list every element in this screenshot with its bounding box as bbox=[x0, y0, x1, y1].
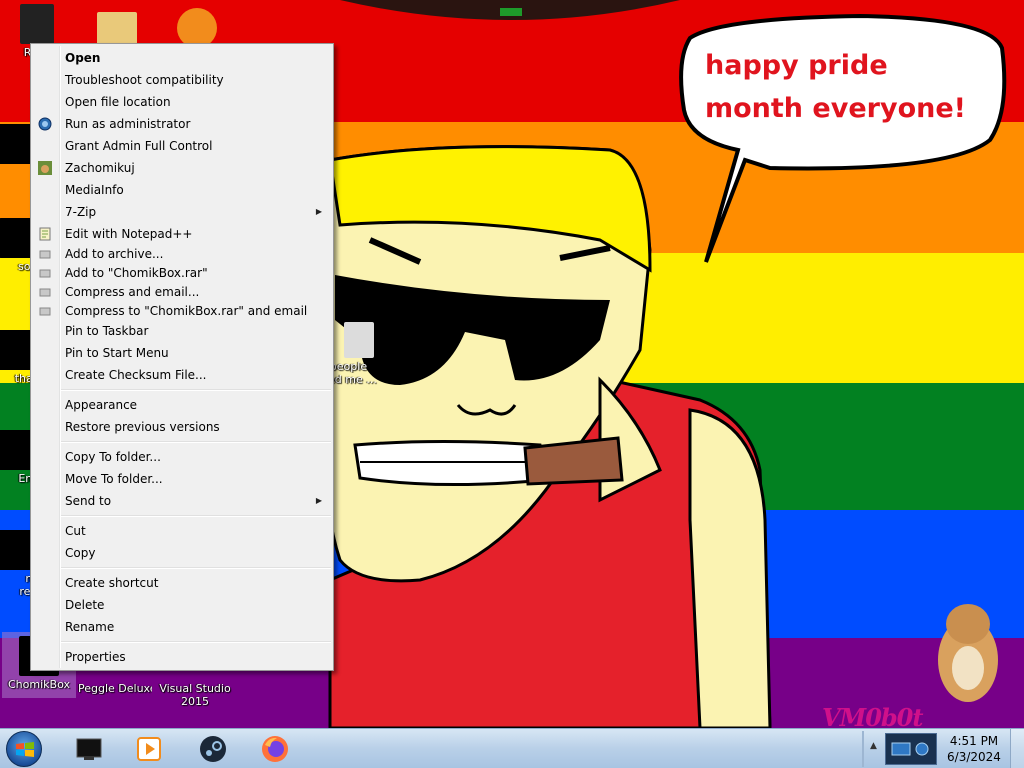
show-hidden-icons-button[interactable]: ▲ bbox=[870, 741, 877, 751]
menu-item-restore-versions[interactable]: Restore previous versions bbox=[33, 417, 331, 437]
start-button[interactable] bbox=[6, 731, 42, 767]
chomik-icon bbox=[38, 161, 52, 175]
show-desktop-button[interactable] bbox=[1010, 729, 1024, 768]
monitor-app-icon bbox=[76, 738, 102, 760]
media-player-icon bbox=[137, 737, 161, 761]
desktop-icon-label: ChomikBox bbox=[8, 678, 70, 691]
menu-item-mediainfo[interactable]: MediaInfo bbox=[33, 180, 331, 200]
menu-item-7zip[interactable]: 7-Zip ▶ bbox=[33, 202, 331, 222]
mouth bbox=[353, 440, 547, 487]
menu-separator bbox=[61, 641, 331, 643]
menu-item-grant-admin[interactable]: Grant Admin Full Control bbox=[33, 136, 331, 156]
tray-icons bbox=[885, 733, 937, 765]
menu-item-rename[interactable]: Rename bbox=[33, 617, 331, 637]
menu-item-create-checksum[interactable]: Create Checksum File... bbox=[33, 365, 331, 385]
recycle-bin-icon bbox=[20, 4, 54, 44]
menu-item-copy-to-folder[interactable]: Copy To folder... bbox=[33, 447, 331, 467]
menu-item-compress-rar-email[interactable]: Compress to "ChomikBox.rar" and email bbox=[33, 301, 331, 321]
taskbar-pinned-media-player[interactable] bbox=[120, 731, 178, 767]
context-menu: Open Troubleshoot compatibility Open fil… bbox=[30, 43, 334, 671]
menu-item-appearance[interactable]: Appearance bbox=[33, 395, 331, 415]
taskbar-pinned-monitor[interactable] bbox=[60, 731, 118, 767]
menu-item-compress-email[interactable]: Compress and email... bbox=[33, 282, 331, 302]
app-icon bbox=[177, 8, 217, 48]
menu-item-send-to[interactable]: Send to ▶ bbox=[33, 491, 331, 511]
archive-icon bbox=[39, 250, 51, 259]
speech-bubble-text: happy pride month everyone! bbox=[705, 50, 966, 124]
notepad-icon bbox=[39, 227, 51, 241]
clock-date: 6/3/2024 bbox=[947, 750, 1001, 764]
menu-item-open[interactable]: Open bbox=[33, 48, 331, 68]
archive-icon bbox=[39, 269, 51, 278]
submenu-arrow-icon: ▶ bbox=[315, 207, 322, 216]
menu-item-delete[interactable]: Delete bbox=[33, 595, 331, 615]
hamster-head bbox=[946, 604, 990, 644]
tray-separator bbox=[862, 731, 864, 767]
menu-item-move-to-folder[interactable]: Move To folder... bbox=[33, 469, 331, 489]
menu-item-pin-taskbar[interactable]: Pin to Taskbar bbox=[33, 321, 331, 341]
clock-time: 4:51 PM bbox=[949, 734, 999, 748]
firefox-icon bbox=[262, 736, 288, 762]
archive-icon bbox=[39, 307, 51, 316]
taskbar-pinned-steam[interactable] bbox=[184, 731, 242, 767]
desktop-icon-label: Peggle Deluxe bbox=[78, 682, 152, 695]
menu-item-open-file-location[interactable]: Open file location bbox=[33, 92, 331, 112]
menu-item-run-as-admin[interactable]: Run as administrator bbox=[33, 114, 331, 134]
top-green-mark bbox=[500, 8, 522, 16]
taskbar: ▲ 4:51 PM 6/3/2024 bbox=[0, 728, 1024, 768]
hamster-belly bbox=[952, 646, 984, 690]
tray-network-icon[interactable] bbox=[886, 734, 936, 764]
text-file-icon bbox=[344, 322, 374, 358]
desktop-icon-label: Visual Studio 2015 bbox=[159, 682, 231, 708]
menu-item-troubleshoot[interactable]: Troubleshoot compatibility bbox=[33, 70, 331, 90]
menu-item-add-to-rar[interactable]: Add to "ChomikBox.rar" bbox=[33, 263, 331, 283]
menu-item-cut[interactable]: Cut bbox=[33, 521, 331, 541]
menu-item-properties[interactable]: Properties bbox=[33, 647, 331, 667]
menu-separator bbox=[61, 567, 331, 569]
menu-item-copy[interactable]: Copy bbox=[33, 543, 331, 563]
menu-item-pin-start[interactable]: Pin to Start Menu bbox=[33, 343, 331, 363]
menu-item-add-to-archive[interactable]: Add to archive... bbox=[33, 244, 331, 264]
menu-item-edit-notepad[interactable]: Edit with Notepad++ bbox=[33, 224, 331, 244]
archive-icon bbox=[39, 288, 51, 297]
steam-icon bbox=[200, 736, 226, 762]
menu-separator bbox=[61, 515, 331, 517]
menu-item-create-shortcut[interactable]: Create shortcut bbox=[33, 573, 331, 593]
taskbar-pinned-firefox[interactable] bbox=[246, 731, 304, 767]
menu-item-zachomikuj[interactable]: Zachomikuj bbox=[33, 158, 331, 178]
shield-icon bbox=[38, 117, 52, 131]
submenu-arrow-icon: ▶ bbox=[315, 496, 322, 505]
menu-separator bbox=[61, 389, 331, 391]
system-clock[interactable]: 4:51 PM 6/3/2024 bbox=[944, 733, 1004, 765]
windows-logo-icon bbox=[16, 742, 34, 757]
menu-separator bbox=[61, 441, 331, 443]
